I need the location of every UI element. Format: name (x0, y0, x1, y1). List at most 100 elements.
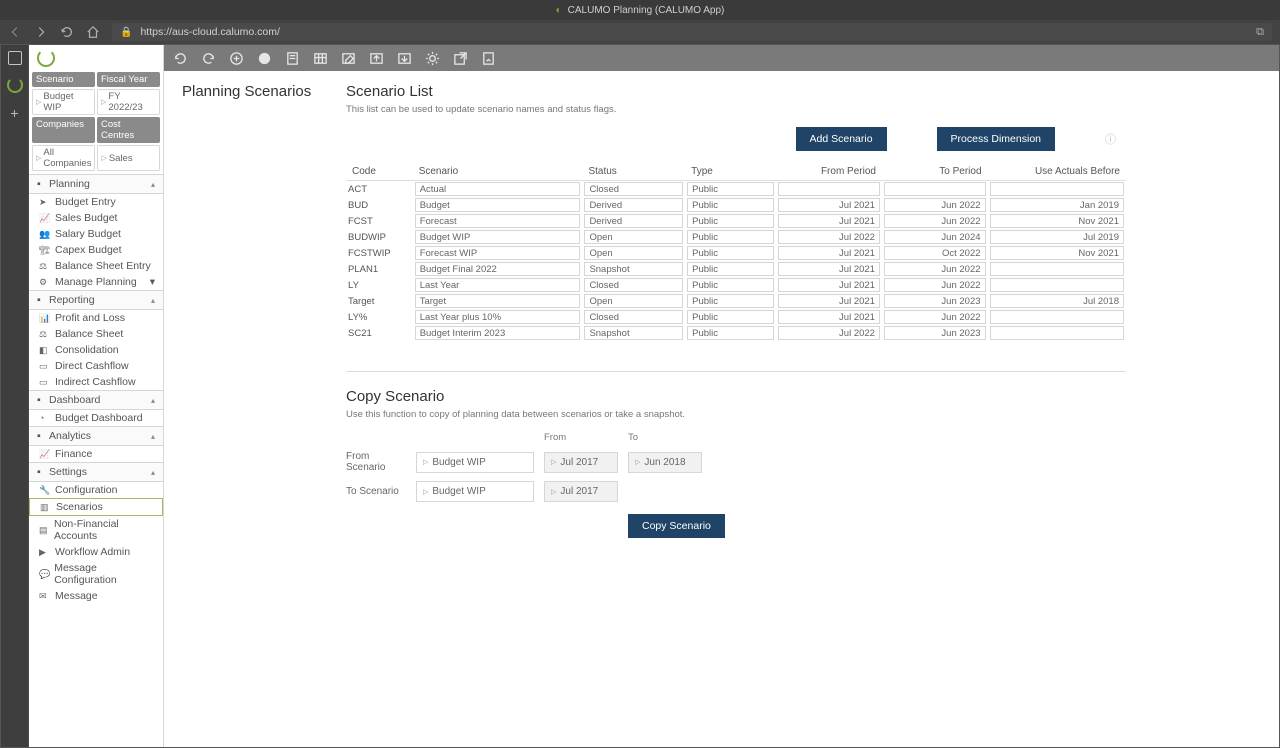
status-cell[interactable]: Snapshot (584, 262, 683, 276)
nav-item[interactable]: ▤Non-Financial Accounts (29, 516, 163, 544)
status-cell[interactable]: Closed (584, 310, 683, 324)
status-cell[interactable]: Open (584, 230, 683, 244)
type-cell[interactable]: Public (687, 182, 774, 196)
nav-item[interactable]: ➤Budget Entry (29, 194, 163, 210)
back-icon[interactable] (8, 25, 22, 39)
to-from-period-select[interactable]: ▷Jul 2017 (544, 481, 618, 502)
tb-doc-icon[interactable] (480, 50, 496, 66)
reader-icon[interactable]: ⧉ (1256, 26, 1264, 39)
status-cell[interactable]: Closed (584, 278, 683, 292)
filter-cost-value[interactable]: ▷Sales (97, 145, 160, 171)
process-dimension-button[interactable]: Process Dimension (937, 127, 1055, 151)
use-cell[interactable] (990, 262, 1124, 276)
nav-item[interactable]: ⚖Balance Sheet Entry (29, 258, 163, 274)
use-cell[interactable] (990, 310, 1124, 324)
scenario-cell[interactable]: Actual (415, 182, 581, 196)
type-cell[interactable]: Public (687, 310, 774, 324)
from-cell[interactable]: Jul 2021 (778, 294, 880, 308)
scenario-cell[interactable]: Forecast WIP (415, 246, 581, 260)
from-cell[interactable] (778, 182, 880, 196)
type-cell[interactable]: Public (687, 246, 774, 260)
use-cell[interactable]: Nov 2021 (990, 214, 1124, 228)
copy-scenario-button[interactable]: Copy Scenario (628, 514, 725, 538)
type-cell[interactable]: Public (687, 294, 774, 308)
filter-fiscal-value[interactable]: ▷FY 2022/23 (97, 89, 160, 115)
from-cell[interactable]: Jul 2021 (778, 214, 880, 228)
rail-add-icon[interactable]: + (10, 105, 18, 121)
type-cell[interactable]: Public (687, 278, 774, 292)
filter-companies-value[interactable]: ▷All Companies (32, 145, 95, 171)
use-cell[interactable]: Jan 2019 (990, 198, 1124, 212)
nav-item[interactable]: ⚙Manage Planning▾ (29, 274, 163, 290)
use-cell[interactable] (990, 326, 1124, 340)
from-cell[interactable]: Jul 2021 (778, 246, 880, 260)
use-cell[interactable] (990, 182, 1124, 196)
type-cell[interactable]: Public (687, 262, 774, 276)
status-cell[interactable]: Derived (584, 214, 683, 228)
filter-scenario-value[interactable]: ▷Budget WIP (32, 89, 95, 115)
type-cell[interactable]: Public (687, 326, 774, 340)
address-bar[interactable]: 🔒 https://aus-cloud.calumo.com/ ⧉ (112, 23, 1272, 41)
tb-globe-icon[interactable] (256, 50, 272, 66)
nav-item[interactable]: ⚖Balance Sheet (29, 326, 163, 342)
from-cell[interactable]: Jul 2021 (778, 278, 880, 292)
add-scenario-button[interactable]: Add Scenario (796, 127, 887, 151)
to-cell[interactable]: Jun 2023 (884, 294, 986, 308)
status-cell[interactable]: Snapshot (584, 326, 683, 340)
nav-item[interactable]: 🔧Configuration (29, 482, 163, 498)
type-cell[interactable]: Public (687, 214, 774, 228)
tb-undo-icon[interactable] (200, 50, 216, 66)
scenario-cell[interactable]: Target (415, 294, 581, 308)
tb-note-icon[interactable] (284, 50, 300, 66)
nav-section[interactable]: ▪Reporting▴ (29, 290, 163, 310)
from-cell[interactable]: Jul 2021 (778, 198, 880, 212)
nav-item[interactable]: ▶Workflow Admin (29, 544, 163, 560)
to-cell[interactable]: Jun 2022 (884, 310, 986, 324)
nav-item[interactable]: 🏗Capex Budget (29, 242, 163, 258)
rail-app-icon[interactable] (7, 77, 23, 93)
nav-item[interactable]: ◔Budget Dashboard (29, 410, 163, 426)
home-icon[interactable] (86, 25, 100, 39)
scenario-cell[interactable]: Forecast (415, 214, 581, 228)
from-period-select[interactable]: ▷Jul 2017 (544, 452, 618, 473)
info-icon[interactable]: ⓘ (1105, 131, 1116, 147)
tb-import-icon[interactable] (396, 50, 412, 66)
status-cell[interactable]: Open (584, 294, 683, 308)
nav-item[interactable]: 📈Finance (29, 446, 163, 462)
tb-edit-icon[interactable] (340, 50, 356, 66)
to-cell[interactable]: Jun 2022 (884, 198, 986, 212)
use-cell[interactable]: Jul 2019 (990, 230, 1124, 244)
to-cell[interactable]: Jun 2023 (884, 326, 986, 340)
nav-item[interactable]: 👥Salary Budget (29, 226, 163, 242)
nav-item[interactable]: 💬Message Configuration (29, 560, 163, 588)
use-cell[interactable]: Jul 2018 (990, 294, 1124, 308)
nav-item[interactable]: ▥Scenarios (29, 498, 163, 516)
nav-item[interactable]: 📊Profit and Loss (29, 310, 163, 326)
scenario-cell[interactable]: Budget (415, 198, 581, 212)
type-cell[interactable]: Public (687, 230, 774, 244)
to-cell[interactable]: Jun 2022 (884, 278, 986, 292)
to-cell[interactable]: Oct 2022 (884, 246, 986, 260)
nav-item[interactable]: ◧Consolidation (29, 342, 163, 358)
tb-home-icon[interactable] (228, 50, 244, 66)
nav-section[interactable]: ▪Dashboard▴ (29, 390, 163, 410)
scenario-cell[interactable]: Budget WIP (415, 230, 581, 244)
tb-refresh-icon[interactable] (172, 50, 188, 66)
to-cell[interactable]: Jun 2022 (884, 262, 986, 276)
type-cell[interactable]: Public (687, 198, 774, 212)
to-cell[interactable]: Jun 2022 (884, 214, 986, 228)
scenario-cell[interactable]: Budget Interim 2023 (415, 326, 581, 340)
nav-item[interactable]: ▭Direct Cashflow (29, 358, 163, 374)
nav-item[interactable]: ▭Indirect Cashflow (29, 374, 163, 390)
from-scenario-select[interactable]: ▷Budget WIP (416, 452, 534, 473)
use-cell[interactable]: Nov 2021 (990, 246, 1124, 260)
from-cell[interactable]: Jul 2021 (778, 310, 880, 324)
to-cell[interactable]: Jun 2024 (884, 230, 986, 244)
to-scenario-select[interactable]: ▷Budget WIP (416, 481, 534, 502)
tb-table-icon[interactable] (312, 50, 328, 66)
from-cell[interactable]: Jul 2022 (778, 230, 880, 244)
nav-section[interactable]: ▪Analytics▴ (29, 426, 163, 446)
refresh-icon[interactable] (60, 25, 74, 39)
nav-section[interactable]: ▪Planning▴ (29, 174, 163, 194)
tb-export-icon[interactable] (368, 50, 384, 66)
